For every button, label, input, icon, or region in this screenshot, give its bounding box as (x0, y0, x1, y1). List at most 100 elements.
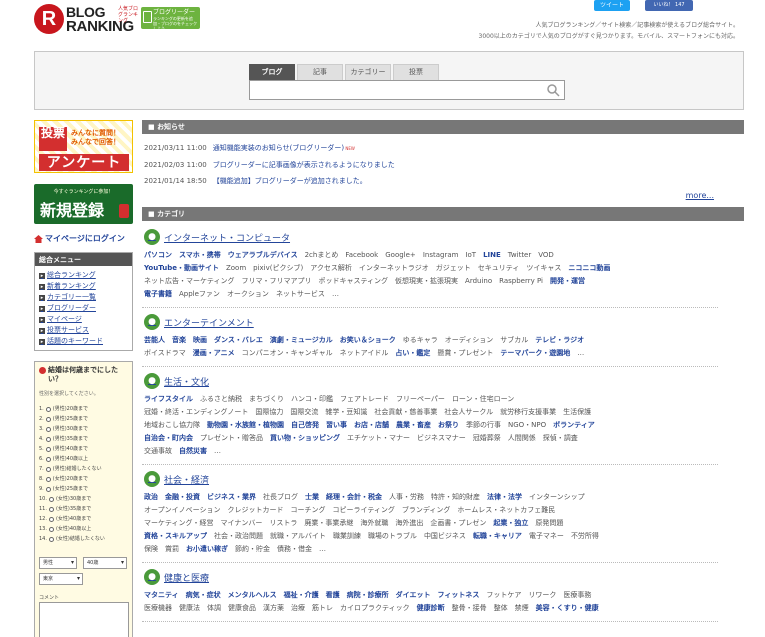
gender-select[interactable]: 男性 (39, 557, 77, 569)
subcategory-link[interactable]: NGO・NPO (508, 421, 546, 429)
subcategory-link[interactable]: 病気・症状 (186, 591, 221, 599)
subcategory-link[interactable]: 買い物・ショッピング (270, 434, 340, 442)
subcategory-link[interactable]: 金融・投資 (165, 493, 200, 501)
subcategory-link[interactable]: ライフスタイル (144, 395, 193, 403)
subcategory-link[interactable]: 病院・診療所 (347, 591, 389, 599)
subcategory-link[interactable]: ふるさと納税 (200, 395, 242, 403)
subcategory-link[interactable]: 職業訓練 (333, 532, 361, 540)
subcategory-link[interactable]: プレゼント・贈答品 (200, 434, 263, 442)
subcategory-link[interactable]: 電子書籍 (144, 290, 172, 298)
survey-option[interactable]: 11. (女性)35歳まで (39, 504, 131, 514)
subcategory-link[interactable]: Arduino (465, 277, 492, 285)
subcategory-link[interactable]: カイロプラクティック (340, 604, 410, 612)
subcategory-link[interactable]: 映画 (193, 336, 207, 344)
subcategory-link[interactable]: 人間関係 (508, 434, 536, 442)
subcategory-link[interactable]: 転職・キャリア (473, 532, 522, 540)
subcategory-link[interactable]: ネットサービス (276, 290, 325, 298)
subcategory-link[interactable]: 就労移行支援事業 (500, 408, 556, 416)
radio-button[interactable] (45, 426, 51, 432)
subcategory-link[interactable]: 健康食品 (228, 604, 256, 612)
subcategory-link[interactable]: アクセス解析 (310, 264, 352, 272)
search-icon[interactable] (546, 83, 560, 97)
subcategory-link[interactable]: 交通事故 (144, 447, 172, 455)
subcategory-link[interactable]: 整骨・接骨 (452, 604, 487, 612)
subcategory-link[interactable]: 治療 (291, 604, 305, 612)
subcategory-link[interactable]: お小遣い稼ぎ (186, 545, 228, 553)
radio-button[interactable] (45, 416, 51, 422)
subcategory-link[interactable]: Zoom (226, 264, 246, 272)
category-title[interactable]: ● インターネット・コンピュータ (144, 229, 718, 245)
subcategory-link[interactable]: Facebook (345, 251, 378, 259)
radio-button[interactable] (45, 476, 51, 482)
category-title[interactable]: ● エンターテインメント (144, 314, 718, 330)
subcategory-link[interactable]: ビジネス・業界 (207, 493, 256, 501)
survey-option[interactable]: 14. (女性)結婚したくない (39, 534, 131, 544)
mypage-login-link[interactable]: マイページにログイン (34, 233, 125, 244)
subcategory-link[interactable]: 芸能人 (144, 336, 165, 344)
subcategory-link[interactable]: フットケア (486, 591, 521, 599)
subcategory-link[interactable]: 習い事 (326, 421, 347, 429)
survey-option[interactable]: 12. (女性)40歳まで (39, 514, 131, 524)
subcategory-link[interactable]: YouTube・動画サイト (144, 264, 219, 272)
survey-option[interactable]: 3. (男性)30歳まで (39, 424, 131, 434)
subcategory-link[interactable]: オークション (227, 290, 269, 298)
tab-category[interactable]: カテゴリー (345, 64, 391, 80)
menu-item[interactable]: ▸ カテゴリー一覧 (39, 292, 132, 303)
subcategory-link[interactable]: 社会人サークル (444, 408, 493, 416)
subcategory-link[interactable]: 就職・アルバイト (270, 532, 326, 540)
subcategory-link[interactable]: オーディション (445, 336, 494, 344)
subcategory-link[interactable]: 2chまとめ (305, 251, 339, 259)
subcategory-link[interactable]: ガジェット (436, 264, 471, 272)
radio-button[interactable] (45, 456, 51, 462)
subcategory-link[interactable]: インターンシップ (529, 493, 585, 501)
subcategory-link[interactable]: ツイキャス (526, 264, 561, 272)
subcategory-link[interactable]: ダイエット (396, 591, 431, 599)
subcategory-link[interactable]: ブランディング (402, 506, 451, 514)
subcategory-link[interactable]: インターネットラジオ (359, 264, 429, 272)
subcategory-link[interactable]: ハンコ・印鑑 (291, 395, 333, 403)
subcategory-link[interactable]: Raspberry Pi (499, 277, 543, 285)
facebook-like-button[interactable]: いいね！ 147 (645, 0, 693, 11)
subcategory-link[interactable]: ネットアイドル (340, 349, 389, 357)
subcategory-link[interactable]: セキュリティ (478, 264, 520, 272)
search-input[interactable] (249, 80, 565, 100)
survey-option[interactable]: 1. (男性)20歳まで (39, 404, 131, 414)
register-banner[interactable]: 今すぐランキングに参加！ 新規登録 (34, 184, 133, 224)
subcategory-link[interactable]: VOD (538, 251, 554, 259)
subcategory-link[interactable]: 漫画・アニメ (193, 349, 235, 357)
survey-option[interactable]: 5. (男性)40歳まで (39, 444, 131, 454)
news-more-link[interactable]: more... (142, 191, 714, 205)
radio-button[interactable] (45, 446, 51, 452)
subcategory-link[interactable]: 懸賞・プレゼント (437, 349, 493, 357)
subcategory-link[interactable]: お笑い＆ショーク (340, 336, 396, 344)
survey-option[interactable]: 9. (女性)25歳まで (39, 484, 131, 494)
subcategory-link[interactable]: 探偵・調査 (543, 434, 578, 442)
subcategory-link[interactable]: フリーペーパー (396, 395, 445, 403)
subcategory-link[interactable]: 地域おこし協力隊 (144, 421, 200, 429)
subcategory-link[interactable]: ボランティア (553, 421, 595, 429)
menu-item[interactable]: ▸ 投票サービス (39, 325, 132, 336)
survey-option[interactable]: 13. (女性)40歳以上 (39, 524, 131, 534)
subcategory-link[interactable]: pixiv(ピクシブ) (253, 264, 303, 272)
survey-option[interactable]: 10. (女性)30歳まで (39, 494, 131, 504)
subcategory-link[interactable]: マイナンバー (220, 519, 262, 527)
subcategory-link[interactable]: 節約・貯金 (235, 545, 270, 553)
radio-button[interactable] (45, 436, 51, 442)
subcategory-link[interactable]: 医療機器 (144, 604, 172, 612)
subcategory-link[interactable]: ポッドキャスティング (318, 277, 388, 285)
subcategory-link[interactable]: 賞罰 (165, 545, 179, 553)
survey-option[interactable]: 4. (男性)35歳まで (39, 434, 131, 444)
subcategory-link[interactable]: コーチング (290, 506, 325, 514)
subcategory-link[interactable]: ゆるキャラ (403, 336, 438, 344)
category-title[interactable]: ● 社会・経済 (144, 471, 718, 487)
subcategory-link[interactable]: 冠婚葬祭 (473, 434, 501, 442)
subcategory-link[interactable]: ビジネスマナー (417, 434, 466, 442)
survey-option[interactable]: 7. (男性)結婚したくない (39, 464, 131, 474)
subcategory-link[interactable]: 禁煙 (515, 604, 529, 612)
subcategory-link[interactable]: クレジットカード (227, 506, 283, 514)
news-link[interactable]: ブログリーダーに記事画像が表示されるようになりました (213, 161, 395, 169)
age-select[interactable]: 40歳 (83, 557, 127, 569)
subcategory-link[interactable]: 筋トレ (312, 604, 333, 612)
subcategory-link[interactable]: 健康法 (179, 604, 200, 612)
subcategory-link[interactable]: Twitter (508, 251, 531, 259)
